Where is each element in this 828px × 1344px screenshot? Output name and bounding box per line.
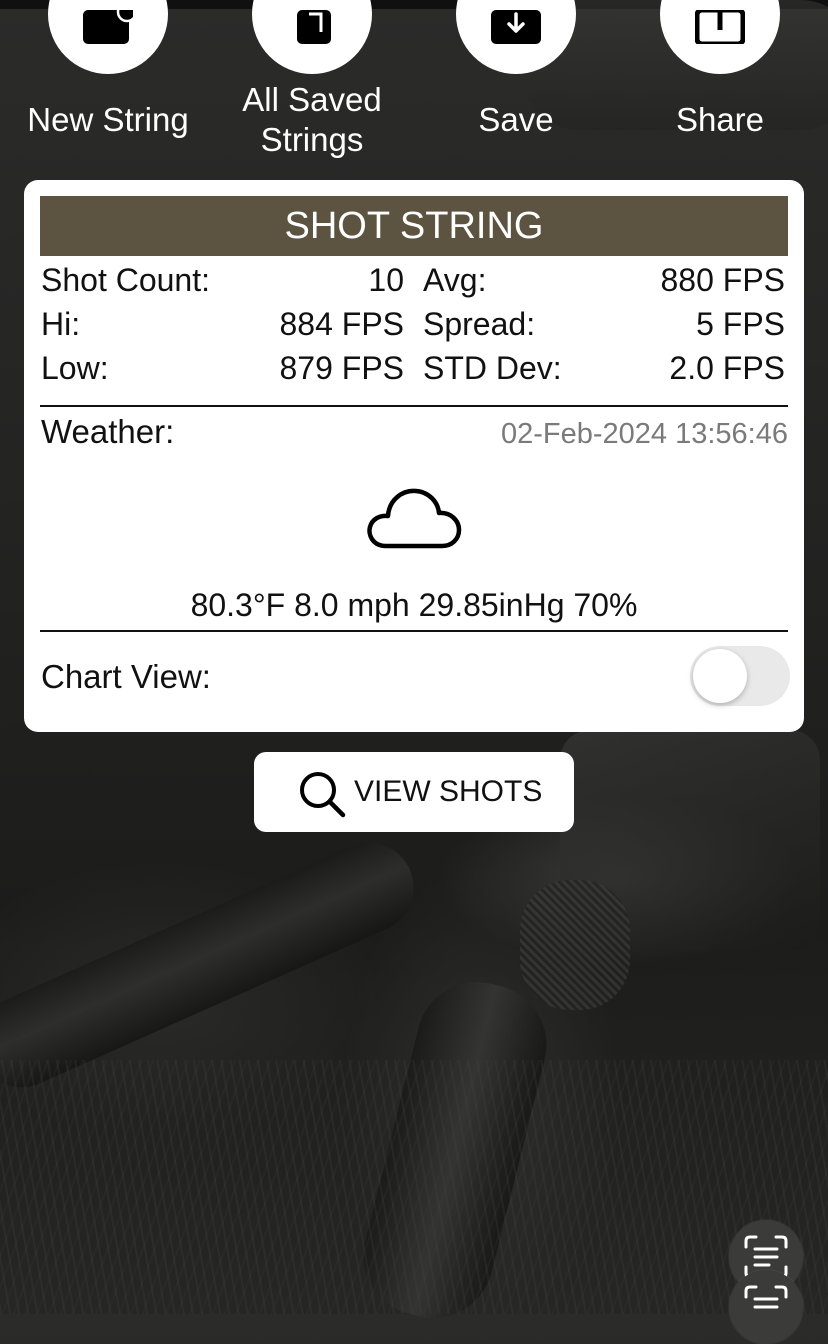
new-string-label: New String	[27, 101, 189, 138]
scan-text-icon	[744, 1285, 788, 1309]
divider	[40, 405, 788, 407]
hi-label: Hi:	[41, 306, 81, 342]
avg-value: 880 FPS	[660, 262, 785, 298]
low-label: Low:	[41, 350, 109, 386]
weather-timestamp: 02-Feb-2024 13:56:46	[501, 418, 788, 450]
weather-values: 80.3°F 8.0 mph 29.85inHg 70%	[190, 587, 638, 623]
new-string-icon	[83, 10, 133, 44]
weather-label: Weather:	[41, 413, 175, 450]
spread-value: 5 FPS	[696, 306, 785, 342]
save-label: Save	[478, 101, 554, 138]
new-string-icon-circle	[48, 0, 168, 74]
action-bar: New String All Saved Strings Save Share	[0, 0, 828, 170]
spread-label: Spread:	[423, 306, 536, 342]
low-value: 879 FPS	[279, 350, 404, 386]
cloud-icon	[367, 488, 462, 549]
documents-icon	[297, 10, 331, 44]
divider	[40, 630, 788, 632]
std-dev-value: 2.0 FPS	[669, 350, 785, 386]
grass-texture	[0, 1060, 828, 1314]
knurled-knob-shape	[520, 880, 630, 1010]
avg-label: Avg:	[423, 262, 487, 298]
share-label: Share	[675, 101, 765, 138]
chart-view-toggle[interactable]	[690, 646, 790, 706]
all-saved-strings-icon-circle	[252, 0, 372, 74]
download-icon	[491, 10, 541, 44]
share-icon-circle	[660, 0, 780, 74]
share-icon	[695, 10, 745, 44]
shot-count-label: Shot Count:	[41, 262, 210, 298]
view-shots-label: VIEW SHOTS	[354, 775, 543, 808]
all-saved-strings-label-line2: Strings	[260, 121, 364, 158]
card-title: SHOT STRING	[40, 196, 788, 256]
all-saved-strings-label-line1: All Saved	[242, 81, 382, 118]
shot-string-card: SHOT STRING Shot Count: 10 Avg: 880 FPS …	[24, 180, 804, 732]
save-icon-circle	[456, 0, 576, 74]
shot-count-value: 10	[368, 262, 404, 298]
scan-text-button[interactable]	[729, 1270, 803, 1344]
hi-value: 884 FPS	[279, 306, 404, 342]
chart-view-label: Chart View:	[41, 658, 211, 695]
view-shots-button[interactable]: VIEW SHOTS	[254, 752, 574, 832]
toggle-knob	[693, 649, 747, 703]
search-icon	[300, 772, 346, 818]
std-dev-label: STD Dev:	[423, 350, 562, 386]
